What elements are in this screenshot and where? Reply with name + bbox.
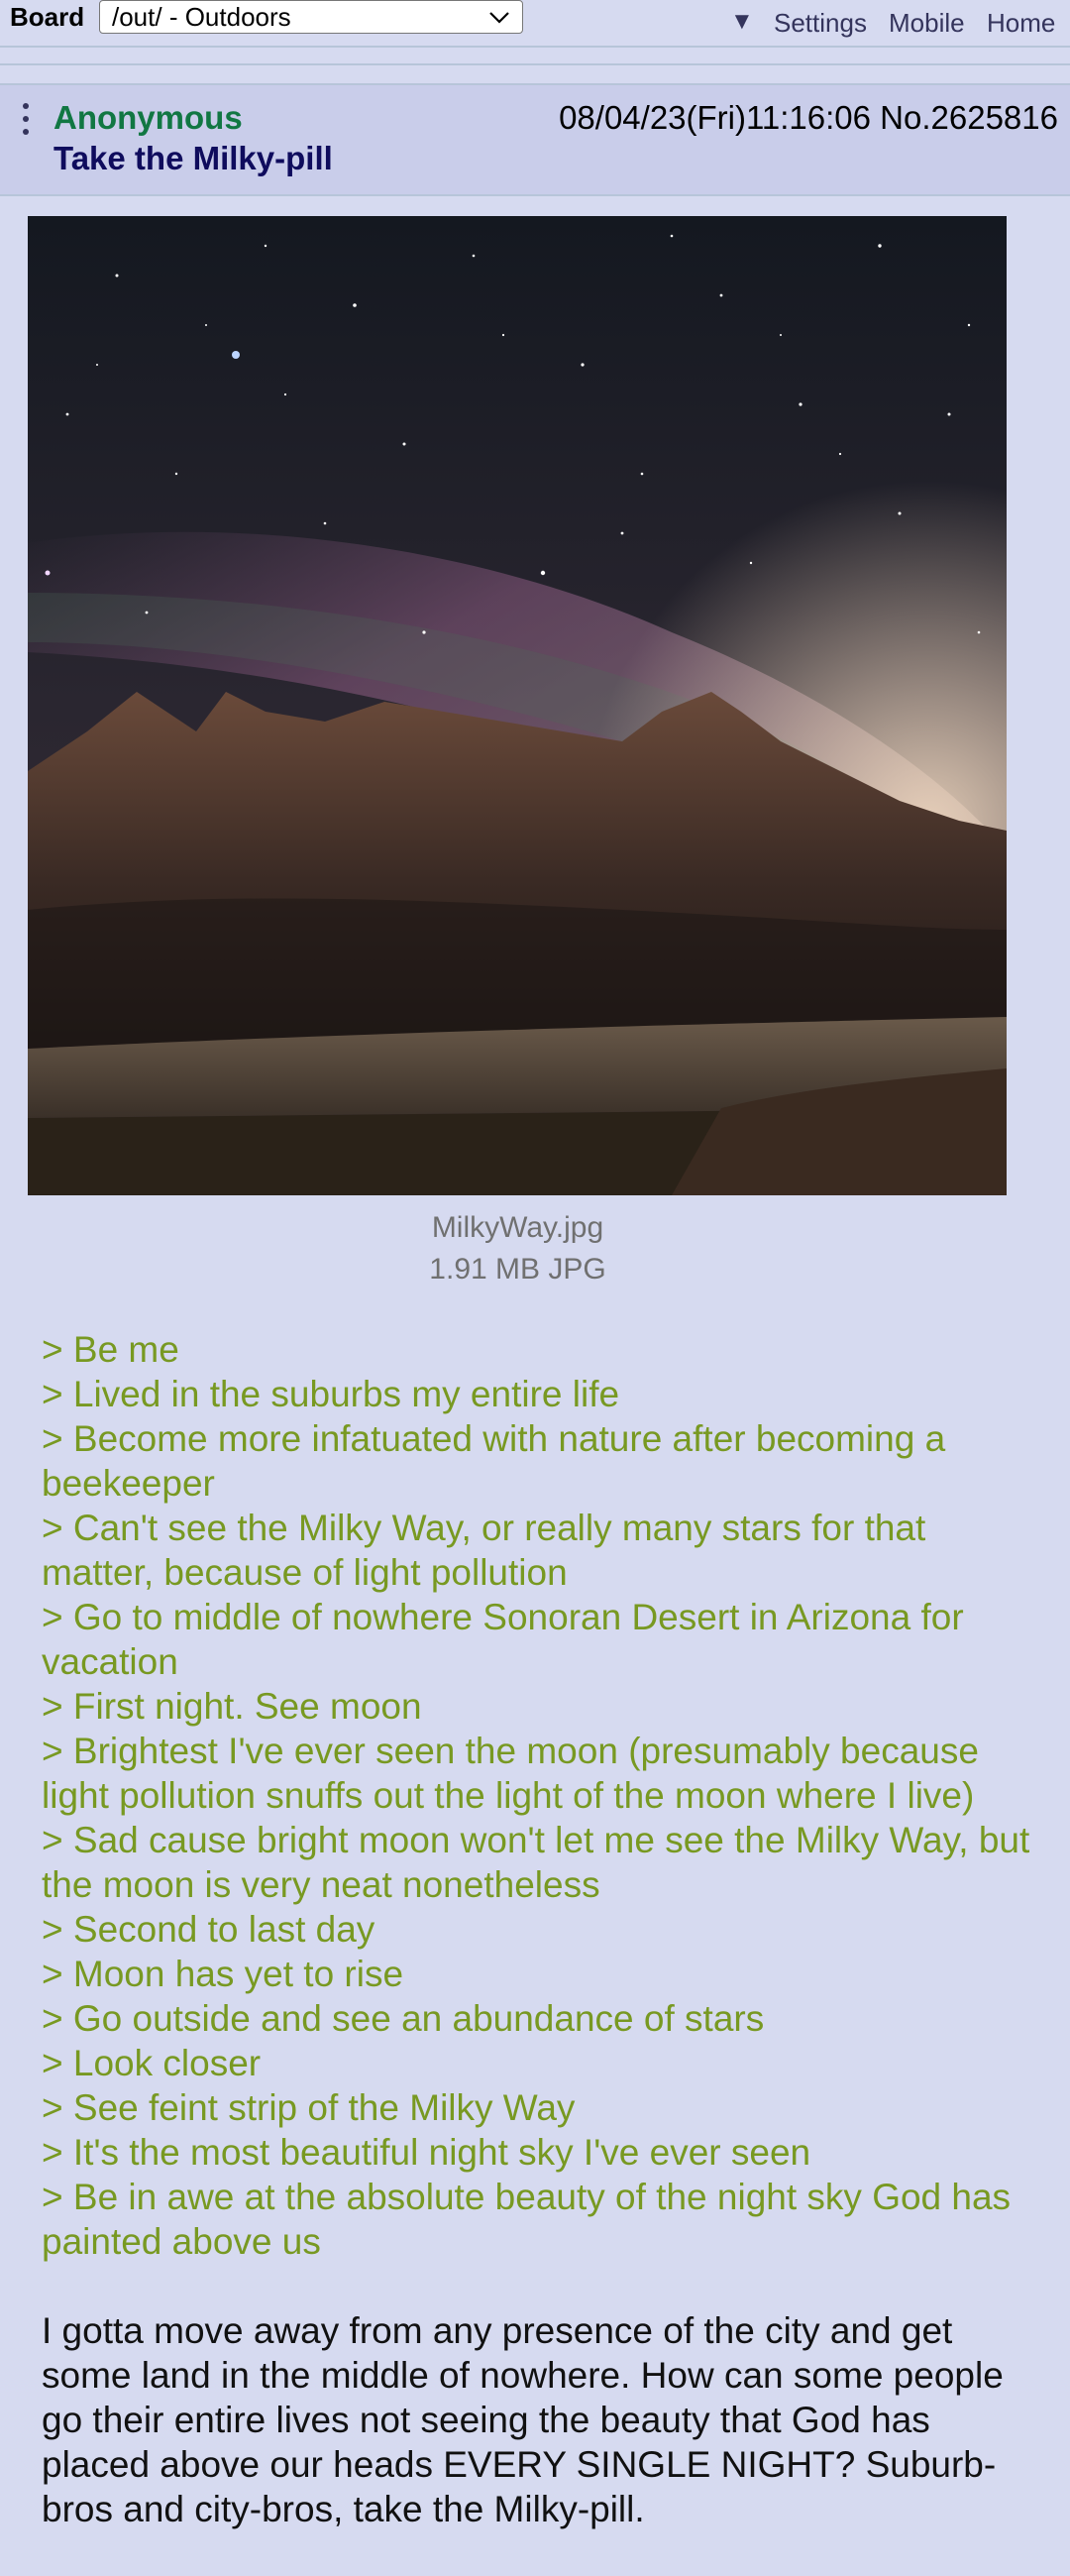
post-subject: Take the Milky-pill — [54, 140, 333, 176]
greentext-line: > Brightest I've ever seen the moon (pre… — [42, 1731, 979, 1816]
greentext-line: > Lived in the suburbs my entire life — [42, 1374, 620, 1414]
post-menu-icon[interactable] — [20, 103, 32, 143]
post-header: Anonymous 08/04/23(Fri)11:16:06 No.26258… — [0, 85, 1070, 196]
greentext-line: > Can't see the Milky Way, or really man… — [42, 1508, 926, 1593]
nav-home-link[interactable]: Home — [987, 8, 1055, 39]
board-label: Board — [10, 2, 85, 32]
chevron-down-icon — [489, 12, 509, 24]
file-size: 1.91 MB JPG — [429, 1253, 606, 1286]
nav-mobile-link[interactable]: Mobile — [889, 8, 965, 39]
divider — [0, 63, 1070, 65]
greentext-line: > Moon has yet to rise — [42, 1954, 404, 1994]
greentext-line: > Be in awe at the absolute beauty of th… — [42, 2177, 1012, 2262]
board-select-value: /out/ - Outdoors — [112, 2, 291, 32]
greentext-line: > Be me — [42, 1329, 179, 1370]
top-bar: Board /out/ - Outdoors ▼ Settings Mobile… — [0, 0, 1070, 48]
greentext-line: > See feint strip of the Milky Way — [42, 2087, 576, 2128]
post-image[interactable] — [28, 216, 1007, 1195]
greentext-line: > First night. See moon — [42, 1686, 422, 1727]
post-body: > Be me > Lived in the suburbs my entire… — [42, 1327, 1032, 2531]
greentext-line: > Go outside and see an abundance of sta… — [42, 1998, 765, 2039]
post-paragraph: I gotta move away from any presence of t… — [42, 2310, 1004, 2529]
poster-name: Anonymous — [54, 99, 243, 136]
greentext-line: > Go to middle of nowhere Sonoran Desert… — [42, 1597, 964, 1682]
milky-way-photo — [28, 216, 1007, 1195]
nav-menu-arrow[interactable]: ▼ — [730, 8, 754, 36]
post-datetime-number[interactable]: 08/04/23(Fri)11:16:06 No.2625816 — [559, 99, 1058, 137]
greentext-line: > Sad cause bright moon won't let me see… — [42, 1820, 1030, 1905]
greentext-line: > Become more infatuated with nature aft… — [42, 1418, 946, 1504]
greentext-line: > Look closer — [42, 2043, 262, 2083]
board-select[interactable]: /out/ - Outdoors — [99, 0, 523, 34]
file-name[interactable]: MilkyWay.jpg — [0, 1211, 1035, 1245]
greentext-line: > Second to last day — [42, 1909, 375, 1950]
post: Anonymous 08/04/23(Fri)11:16:06 No.26258… — [0, 83, 1070, 2576]
greentext-line: > It's the most beautiful night sky I've… — [42, 2132, 811, 2173]
nav-settings-link[interactable]: Settings — [774, 8, 867, 39]
